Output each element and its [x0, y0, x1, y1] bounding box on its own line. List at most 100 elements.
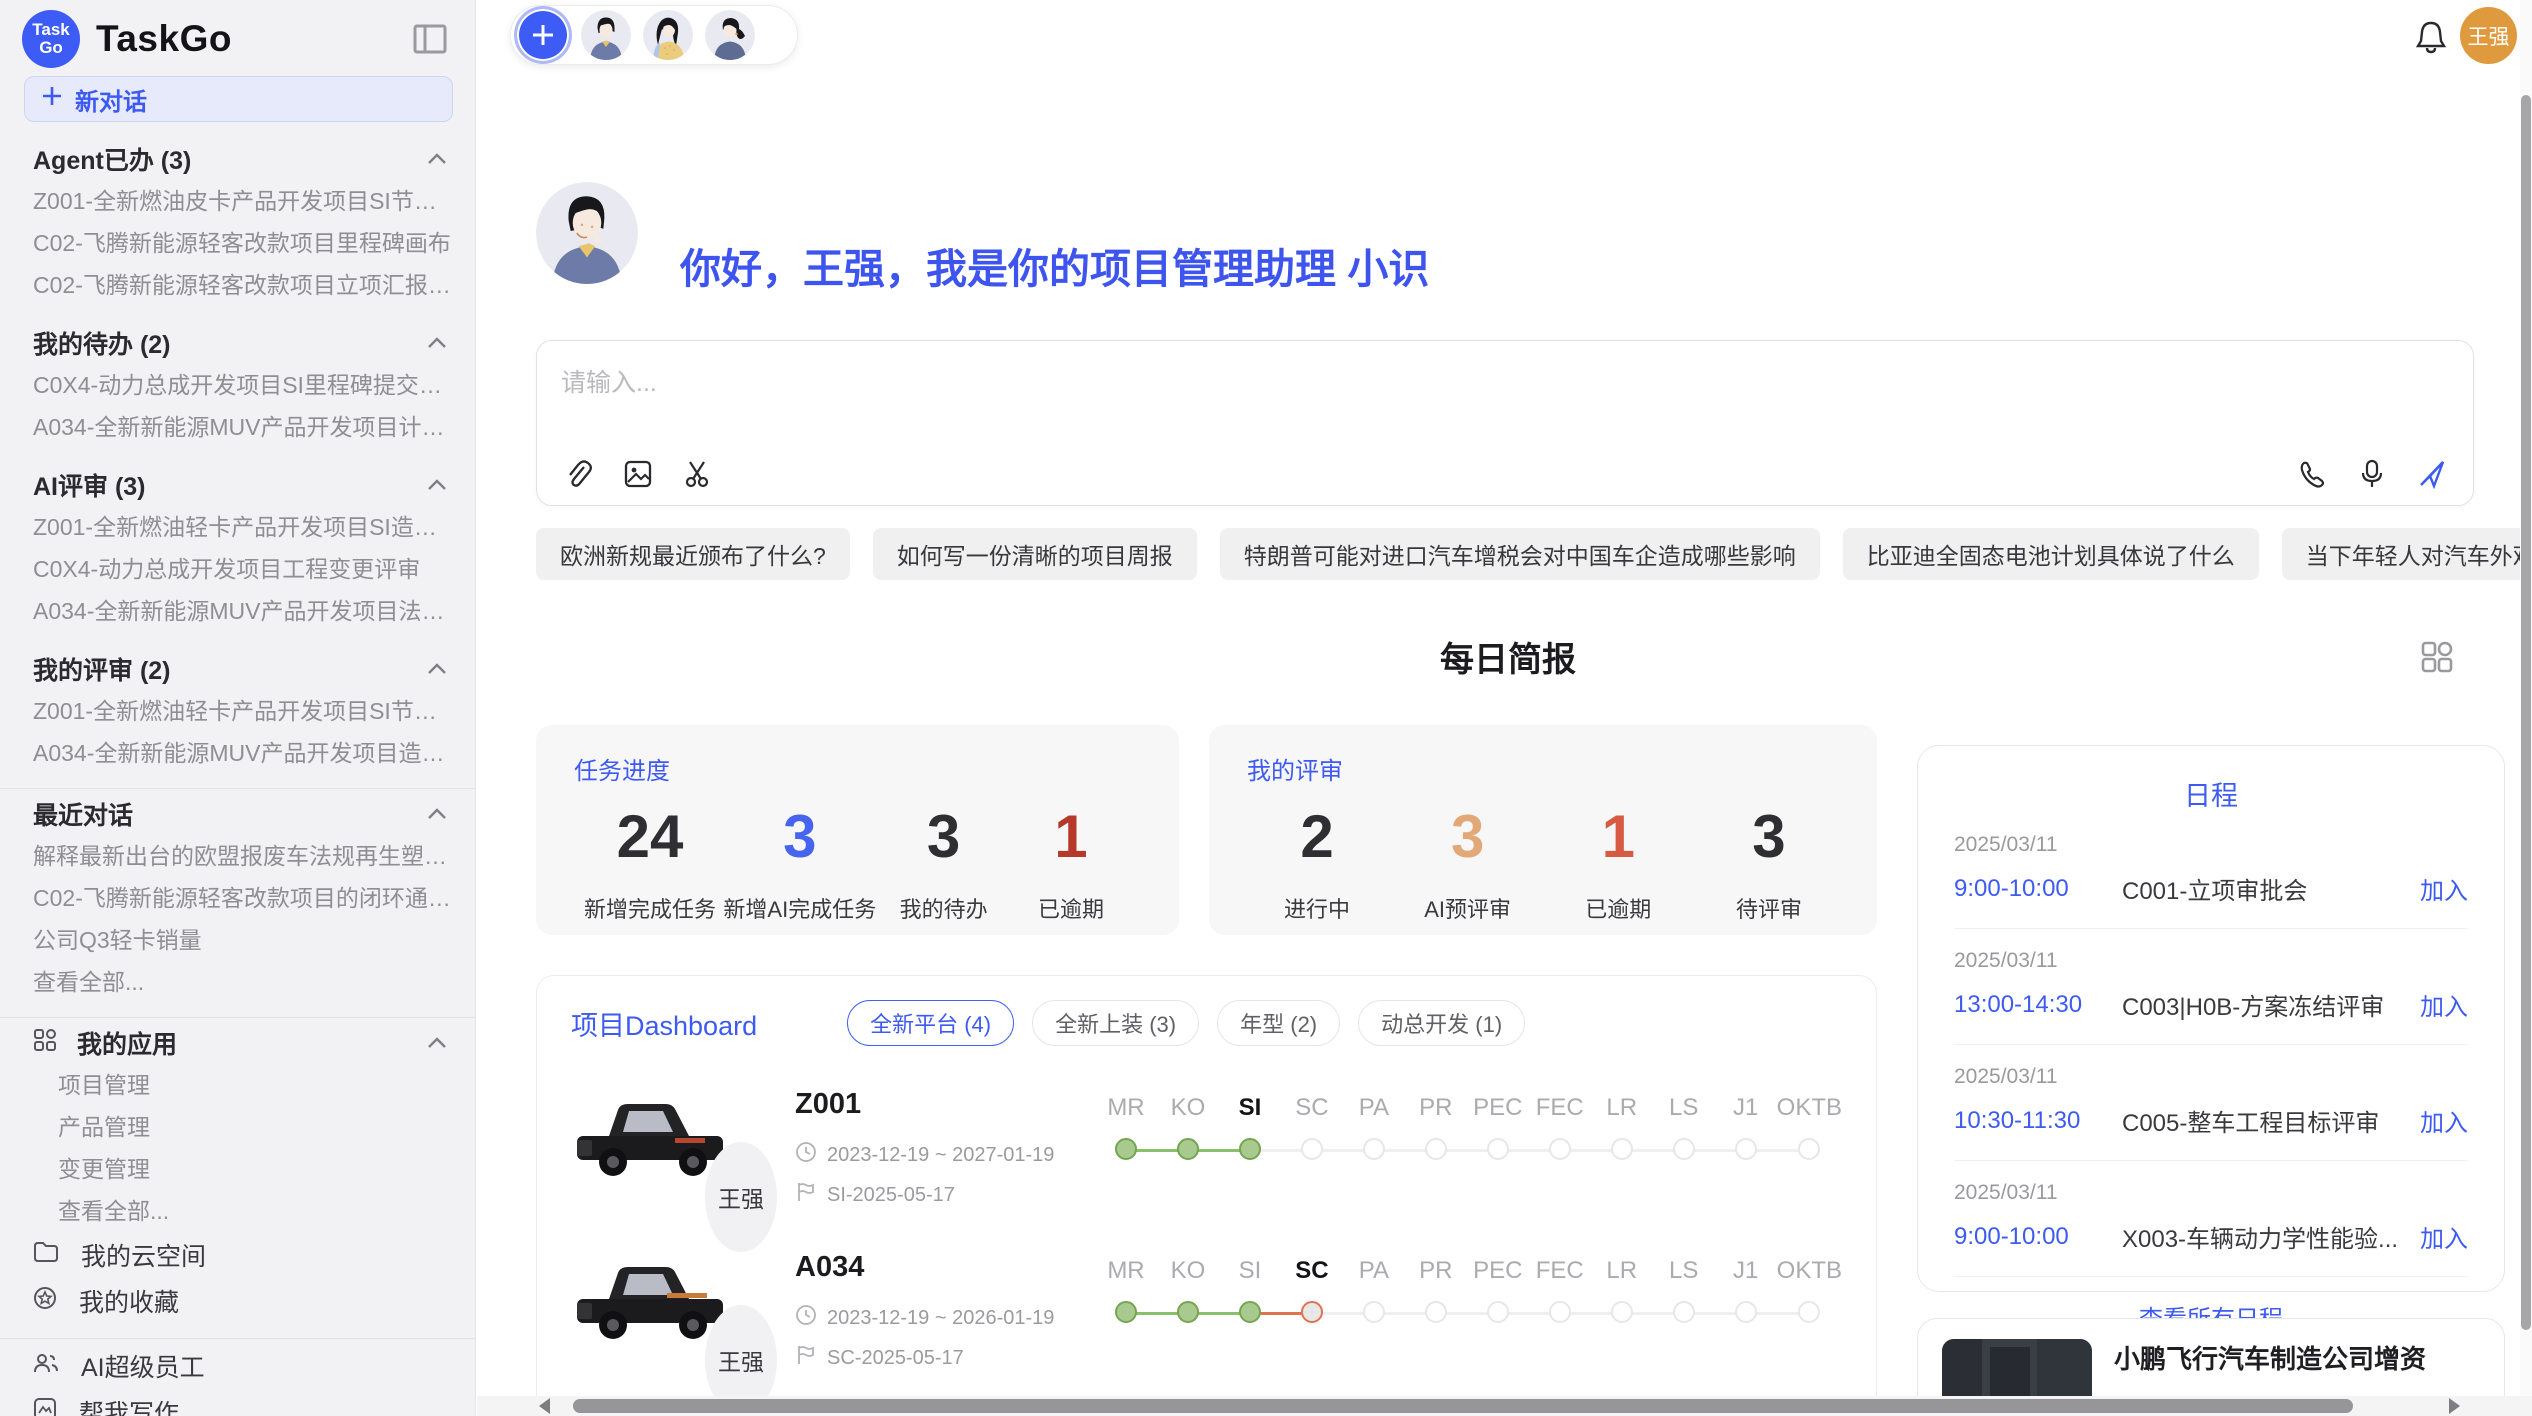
- scissors-icon[interactable]: [681, 457, 715, 491]
- dashboard-tabs: 全新平台 (4) 全新上装 (3) 年型 (2) 动总开发 (1): [847, 1000, 1525, 1046]
- horizontal-scrollbar[interactable]: [477, 1396, 2520, 1416]
- section-header[interactable]: AI评审 (3): [0, 464, 475, 506]
- sidebar-item[interactable]: Z001-全新燃油轻卡产品开发项目SI造型提交物评审: [0, 506, 475, 548]
- sidebar-section-my-review: 我的评审 (2) Z001-全新燃油轻卡产品开发项目SI节点属性5D文件评审 A…: [0, 648, 475, 774]
- section-header[interactable]: 我的待办 (2): [0, 322, 475, 364]
- scroll-left-arrow[interactable]: [539, 1398, 550, 1414]
- logo-text-bottom: Go: [39, 39, 63, 57]
- project-code: Z001: [795, 1088, 1055, 1121]
- join-link[interactable]: 加入: [2420, 1103, 2468, 1138]
- app-item-project-mgmt[interactable]: 项目管理: [0, 1064, 475, 1106]
- event-title: X003-车辆动力学性能验...: [2122, 1219, 2404, 1254]
- join-link[interactable]: 加入: [2420, 987, 2468, 1022]
- milestone-label: KO: [1171, 1094, 1206, 1126]
- milestone-node: [1798, 1138, 1820, 1160]
- chevron-up-icon: [427, 808, 447, 820]
- new-chat-button[interactable]: 新对话: [24, 76, 453, 122]
- image-icon[interactable]: [621, 457, 655, 491]
- section-header[interactable]: Agent已办 (3): [0, 138, 475, 180]
- sidebar-item[interactable]: C02-飞腾新能源轻客改款项目立项汇报方案: [0, 264, 475, 306]
- sidebar-item-ai-super-staff[interactable]: AI超级员工: [0, 1343, 475, 1389]
- sidebar: Task Go TaskGo 新对话 Agent已办 (3) Z001-全新燃油…: [0, 0, 476, 1416]
- chat-input[interactable]: [537, 341, 2473, 433]
- stat-label: AI预评审: [1424, 892, 1511, 924]
- phone-call-icon[interactable]: [2295, 457, 2329, 491]
- sidebar-item-label: 我的云空间: [81, 1237, 206, 1273]
- milestone-node: [1487, 1301, 1509, 1323]
- sidebar-item[interactable]: C0X4-动力总成开发项目工程变更评审: [0, 548, 475, 590]
- attachment-icon[interactable]: [561, 457, 595, 491]
- add-agent-button[interactable]: [517, 9, 569, 61]
- view-all-chats-link[interactable]: 查看全部...: [0, 961, 475, 1003]
- section-header[interactable]: 我的应用: [0, 1022, 475, 1064]
- microphone-icon[interactable]: [2355, 457, 2389, 491]
- sidebar-item[interactable]: C02-飞腾新能源轻客改款项目里程碑画布: [0, 222, 475, 264]
- vertical-scrollbar-thumb[interactable]: [2521, 95, 2531, 1330]
- suggestion-chip[interactable]: 当下年轻人对汽车外观有怎样的喜好趋势: [2282, 528, 2532, 580]
- send-icon[interactable]: [2415, 457, 2449, 491]
- agent-avatar-2[interactable]: [643, 10, 693, 60]
- tab-model-year[interactable]: 年型 (2): [1217, 1000, 1340, 1046]
- suggestion-chip[interactable]: 欧洲新规最近颁布了什么?: [536, 528, 850, 580]
- user-avatar[interactable]: 王强: [2460, 7, 2517, 64]
- view-all-apps-link[interactable]: 查看全部...: [0, 1190, 475, 1232]
- app-item-change-mgmt[interactable]: 变更管理: [0, 1148, 475, 1190]
- section-header[interactable]: 最近对话: [0, 793, 475, 835]
- recent-chat-item[interactable]: 解释最新出台的欧盟报废车法规再生塑料比例被调至15%...: [0, 835, 475, 877]
- notifications-bell-icon[interactable]: [2410, 16, 2452, 58]
- sidebar-item[interactable]: A034-全新新能源MUV产品开发项目造型可行性评审: [0, 732, 475, 774]
- agent-avatar-1[interactable]: [581, 10, 631, 60]
- event-date: 2025/03/11: [1954, 949, 2468, 973]
- sidebar-item-cloud-space[interactable]: 我的云空间: [0, 1232, 475, 1278]
- suggestion-chip[interactable]: 比亚迪全固态电池计划具体说了什么: [1843, 528, 2259, 580]
- sidebar-section-ai-review: AI评审 (3) Z001-全新燃油轻卡产品开发项目SI造型提交物评审 C0X4…: [0, 464, 475, 632]
- project-row-z001[interactable]: 王强 Z001 2023-12-19 ~ 2027-01-19 SI-2025-…: [571, 1088, 1842, 1209]
- suggestion-chip[interactable]: 特朗普可能对进口汽车增税会对中国车企造成哪些影响: [1220, 528, 1820, 580]
- recent-chat-item[interactable]: C02-飞腾新能源轻客改款项目的闭环通告反馈情况: [0, 877, 475, 919]
- tab-new-body[interactable]: 全新上装 (3): [1032, 1000, 1199, 1046]
- milestone-cell: KO: [1157, 1257, 1219, 1367]
- tab-powertrain[interactable]: 动总开发 (1): [1358, 1000, 1525, 1046]
- vertical-scrollbar[interactable]: [2520, 0, 2532, 1396]
- suggestion-chip[interactable]: 如何写一份清晰的项目周报: [873, 528, 1197, 580]
- clock-icon: [795, 1304, 817, 1332]
- sidebar-item-label: 我的收藏: [79, 1283, 179, 1319]
- sidebar-collapse-icon[interactable]: [411, 20, 449, 58]
- section-title: Agent已办 (3): [33, 141, 191, 177]
- stat-my-todo: 3 我的待办: [884, 804, 1004, 924]
- milestone-cell: LR: [1591, 1257, 1653, 1367]
- sidebar-item[interactable]: C0X4-动力总成开发项目SI里程碑提交物检查: [0, 364, 475, 406]
- user-avatar-label: 王强: [2468, 21, 2510, 51]
- join-link[interactable]: 加入: [2420, 1219, 2468, 1254]
- sidebar-item[interactable]: A034-全新新能源MUV产品开发项目计划变更表编写: [0, 406, 475, 448]
- join-link[interactable]: 加入: [2420, 871, 2468, 906]
- tab-new-platform[interactable]: 全新平台 (4): [847, 1000, 1014, 1046]
- sidebar-item[interactable]: A034-全新新能源MUV产品开发项目法规符合性评审: [0, 590, 475, 632]
- app-item-product-mgmt[interactable]: 产品管理: [0, 1106, 475, 1148]
- recent-chat-item[interactable]: 公司Q3轻卡销量: [0, 919, 475, 961]
- project-date-range: 2023-12-19 ~ 2026-01-19: [827, 1307, 1054, 1330]
- project-owner-badge: 王强: [705, 1142, 777, 1252]
- briefing-stats-row: 任务进度 24 新增完成任务 3 新增AI完成任务 3 我的待办 1 已逾期: [536, 725, 1877, 935]
- agent-avatar-3[interactable]: [705, 10, 755, 60]
- section-header[interactable]: 我的评审 (2): [0, 648, 475, 690]
- project-row-a034[interactable]: 王强 A034 2023-12-19 ~ 2026-01-19 SC-2025-…: [571, 1251, 1842, 1372]
- sidebar-section-agent-done: Agent已办 (3) Z001-全新燃油皮卡产品开发项目SI节点Lesson …: [0, 138, 475, 306]
- milestone-cell: PR: [1405, 1094, 1467, 1204]
- briefing-layout-grid-icon[interactable]: [2416, 636, 2458, 678]
- scroll-right-arrow[interactable]: [2449, 1398, 2460, 1414]
- quick-agents-bar: [510, 5, 798, 65]
- stat-label: 新增完成任务: [584, 892, 716, 924]
- sidebar-item-favorites[interactable]: 我的收藏: [0, 1278, 475, 1324]
- sidebar-item[interactable]: Z001-全新燃油轻卡产品开发项目SI节点属性5D文件评审: [0, 690, 475, 732]
- plus-icon: [41, 85, 63, 114]
- sidebar-item-help-me-write[interactable]: 帮我写作: [0, 1389, 475, 1416]
- sidebar-item[interactable]: Z001-全新燃油皮卡产品开发项目SI节点Lesson Learn报告: [0, 180, 475, 222]
- milestone-node: [1177, 1138, 1199, 1160]
- milestone-cell: LS: [1653, 1257, 1715, 1367]
- milestone-cell: LS: [1653, 1094, 1715, 1204]
- horizontal-scrollbar-thumb[interactable]: [573, 1399, 2353, 1413]
- scrollbar-corner: [2520, 1396, 2532, 1416]
- event-title: C005-整车工程目标评审: [2122, 1103, 2404, 1138]
- stat-in-progress: 2 进行中: [1257, 804, 1377, 924]
